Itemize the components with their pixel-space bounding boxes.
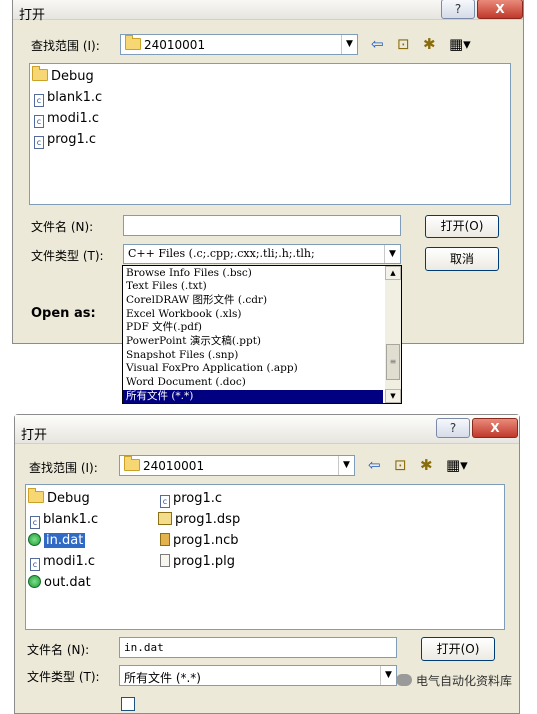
c-file-icon: c (34, 94, 44, 107)
dropdown-option[interactable]: CorelDRAW 图形文件 (.cdr) (126, 294, 267, 307)
filetype-dropdown-list[interactable]: Browse Info Files (.bsc) Text Files (.tx… (122, 265, 402, 404)
filename-label: 文件名 (N): (27, 643, 90, 657)
lookin-value: 24010001 (144, 38, 206, 52)
ncb-file-icon (160, 533, 170, 546)
list-item[interactable]: Debug (32, 66, 94, 84)
list-item[interactable]: prog1.plg (160, 554, 235, 569)
list-item-selected[interactable]: in.dat (28, 533, 86, 548)
list-item[interactable]: prog1.dsp (158, 512, 240, 527)
open-as-label: Open as: (31, 306, 96, 321)
dropdown-option[interactable]: Browse Info Files (.bsc) (126, 267, 252, 280)
new-folder-icon[interactable]: ✱ (420, 457, 433, 473)
dropdown-scrollbar[interactable]: ▲ ≡ ▼ (385, 266, 401, 403)
watermark: 电气自动化资料库 (396, 672, 512, 689)
dropdown-option[interactable]: Visual FoxPro Application (.app) (126, 362, 298, 375)
chevron-down-icon[interactable]: ▼ (384, 245, 400, 263)
filename-input[interactable] (123, 215, 401, 236)
filetype-label: 文件类型 (T): (27, 670, 100, 684)
up-folder-icon[interactable]: ⊡ (397, 36, 410, 52)
folder-icon (32, 66, 48, 81)
up-folder-icon[interactable]: ⊡ (394, 457, 407, 473)
filetype-value: 所有文件 (*.*) (124, 671, 201, 685)
dialog-title: 打开 (21, 428, 48, 443)
open-dialog-2: 打开 ? X 查找范围 (I): 24010001 ▼ ⇦ ⊡ ✱ ▦▾ Deb… (14, 414, 520, 714)
dropdown-option[interactable]: Excel Workbook (.xls) (126, 308, 241, 321)
dropdown-option[interactable]: Word Document (.doc) (126, 376, 246, 389)
filename-input[interactable]: in.dat (119, 637, 397, 658)
c-file-icon: c (160, 495, 170, 508)
dat-file-icon (28, 533, 41, 546)
wechat-icon (396, 674, 412, 686)
help-button[interactable]: ? (441, 0, 475, 19)
scroll-thumb[interactable]: ≡ (386, 344, 400, 380)
dropdown-option[interactable]: Snapshot Files (.snp) (126, 349, 238, 362)
title-bar: 打开 ? X (13, 0, 523, 23)
list-item[interactable]: c modi1.c (30, 554, 95, 571)
chevron-down-icon[interactable]: ▼ (341, 35, 357, 54)
c-file-icon: c (30, 516, 40, 529)
folder-icon (28, 488, 44, 503)
list-item[interactable]: c modi1.c (34, 111, 99, 128)
folder-icon (125, 35, 141, 50)
filename-label: 文件名 (N): (31, 220, 94, 234)
filetype-combo[interactable]: 所有文件 (*.*) ▼ (119, 665, 397, 686)
file-list[interactable]: Debug c blank1.c c modi1.c c prog1.c (29, 63, 511, 205)
new-folder-icon[interactable]: ✱ (423, 36, 436, 52)
chevron-down-icon[interactable]: ▼ (338, 456, 354, 475)
list-item[interactable]: c blank1.c (30, 512, 98, 529)
c-file-icon: c (34, 115, 44, 128)
filetype-combo[interactable]: C++ Files (.c;.cpp;.cxx;.tli;.h;.tlh; ▼ (123, 244, 401, 264)
dsp-file-icon (158, 512, 172, 525)
chevron-down-icon[interactable]: ▼ (380, 666, 396, 685)
lookin-label: 查找范围 (I): (31, 39, 100, 53)
view-menu-icon[interactable]: ▦▾ (449, 36, 471, 52)
file-list[interactable]: Debug c blank1.c in.dat c modi1.c out.dat … (25, 484, 505, 630)
lookin-value: 24010001 (143, 459, 205, 473)
cancel-button[interactable]: 取消 (425, 247, 499, 271)
back-arrow-icon[interactable]: ⇦ (371, 36, 384, 52)
folder-icon (124, 456, 140, 471)
dialog-title: 打开 (19, 8, 46, 23)
filetype-label: 文件类型 (T): (31, 249, 104, 263)
dropdown-option[interactable]: PDF 文件(.pdf) (126, 321, 202, 334)
plg-file-icon (160, 554, 170, 567)
close-button[interactable]: X (477, 0, 523, 19)
c-file-icon: c (30, 558, 40, 571)
back-arrow-icon[interactable]: ⇦ (368, 457, 381, 473)
checkbox-partial[interactable] (121, 697, 135, 711)
lookin-combo[interactable]: 24010001 ▼ (120, 34, 358, 55)
close-button[interactable]: X (472, 418, 518, 438)
lookin-label: 查找范围 (I): (29, 461, 98, 475)
view-menu-icon[interactable]: ▦▾ (446, 457, 468, 473)
dat-file-icon (28, 575, 41, 588)
filetype-value: C++ Files (.c;.cpp;.cxx;.tli;.h;.tlh; (128, 247, 315, 260)
list-item[interactable]: out.dat (28, 575, 91, 590)
list-item[interactable]: c blank1.c (34, 90, 102, 107)
c-file-icon: c (34, 136, 44, 149)
help-button[interactable]: ? (436, 418, 470, 438)
scroll-up-icon[interactable]: ▲ (385, 266, 401, 280)
scroll-down-icon[interactable]: ▼ (385, 389, 401, 403)
open-button[interactable]: 打开(O) (425, 215, 499, 238)
list-item[interactable]: c prog1.c (34, 132, 96, 149)
lookin-combo[interactable]: 24010001 ▼ (119, 455, 355, 476)
dropdown-option[interactable]: Text Files (.txt) (126, 280, 207, 293)
title-bar: 打开 ? X (15, 415, 519, 444)
list-item[interactable]: Debug (28, 488, 90, 506)
list-item[interactable]: c prog1.c (160, 491, 222, 508)
open-button[interactable]: 打开(O) (421, 637, 495, 661)
dropdown-option-selected[interactable]: 所有文件 (*.*) (123, 390, 383, 403)
dropdown-option[interactable]: PowerPoint 演示文稿(.ppt) (126, 335, 261, 348)
list-item[interactable]: prog1.ncb (160, 533, 239, 548)
